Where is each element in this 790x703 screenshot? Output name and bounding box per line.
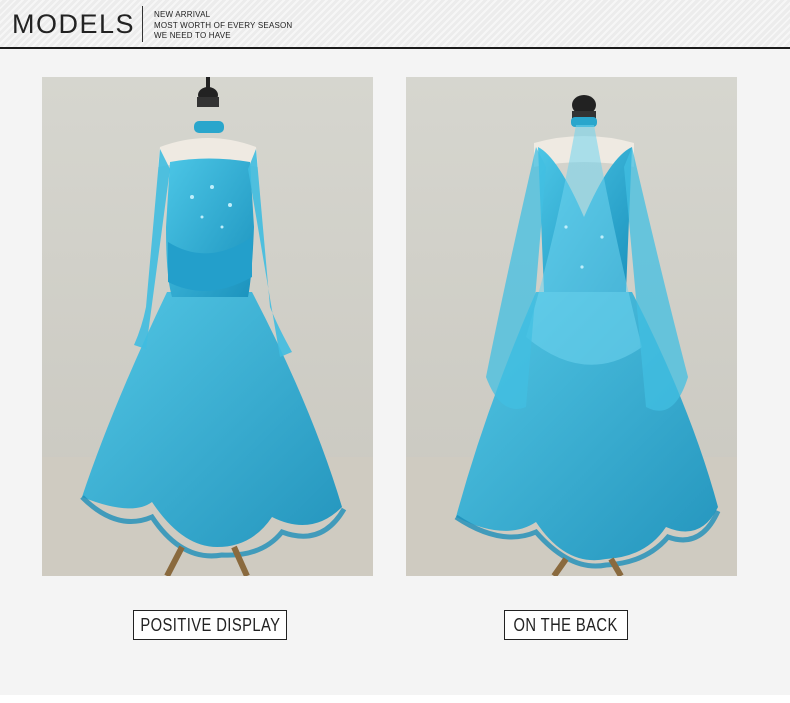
header-banner: MODELS NEW ARRIVAL MOST WORTH OF EVERY S… xyxy=(0,0,790,49)
dress-back-photo xyxy=(406,77,737,576)
caption-on-the-back: ON THE BACK xyxy=(504,610,628,640)
dress-back-illustration xyxy=(406,77,737,576)
header-divider xyxy=(142,6,143,42)
bottom-band xyxy=(0,695,790,703)
page-title: MODELS xyxy=(12,9,136,39)
tagline-line-3: WE NEED TO HAVE xyxy=(154,31,231,40)
caption-front-label: POSITIVE DISPLAY xyxy=(140,614,281,635)
tagline-line-1: NEW ARRIVAL xyxy=(154,10,211,19)
dress-front-illustration xyxy=(42,77,373,576)
caption-positive-display: POSITIVE DISPLAY xyxy=(133,610,287,640)
dress-front-photo xyxy=(42,77,373,576)
tagline-line-2: MOST WORTH OF EVERY SEASON xyxy=(154,20,293,30)
caption-back-label: ON THE BACK xyxy=(513,614,619,635)
header-tagline: NEW ARRIVAL MOST WORTH OF EVERY SEASON W… xyxy=(154,10,292,42)
